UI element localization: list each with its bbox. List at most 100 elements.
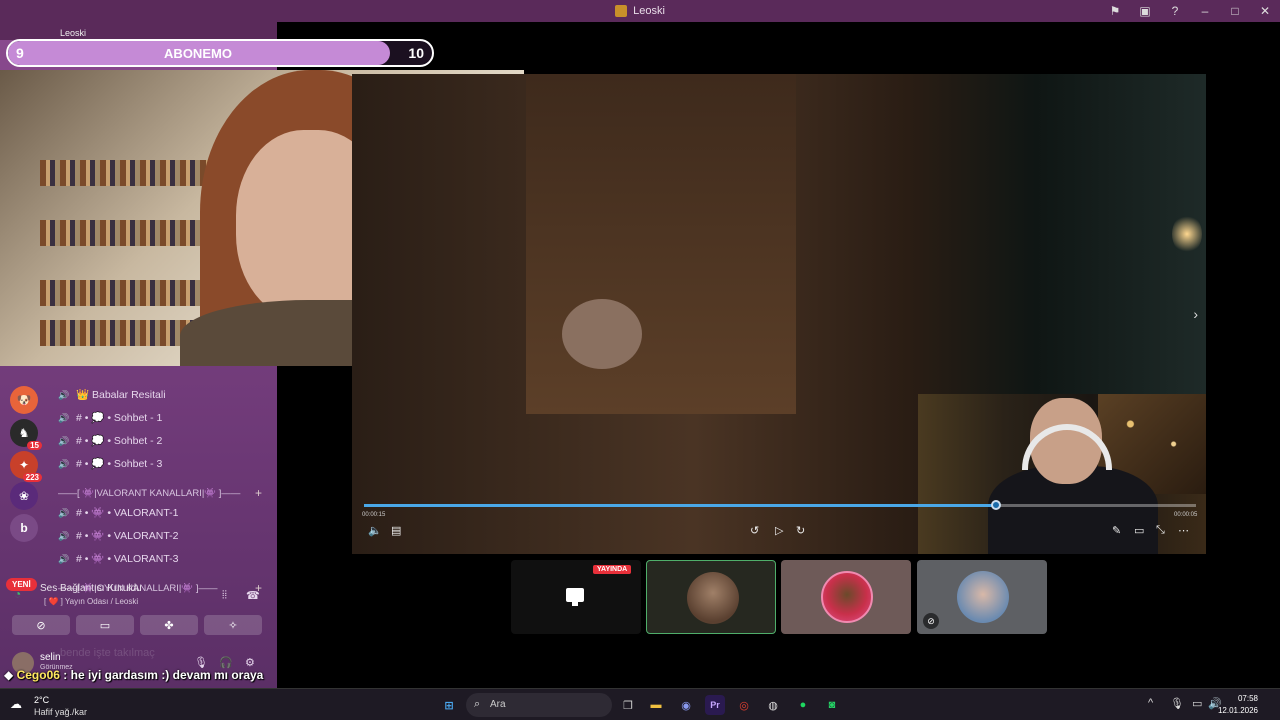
play-icon[interactable]: ▷ (775, 524, 783, 537)
screen-share-icon: ▭ (99, 619, 111, 632)
channel-sohbet-3[interactable]: 🔊 # • 💭 • Sohbet - 3 (58, 457, 162, 470)
help-icon[interactable]: ? (1160, 0, 1190, 22)
sub-goal-label: ABONEMO (164, 46, 232, 61)
speaker-icon: 🔊 (58, 458, 70, 469)
channel-valorant-2[interactable]: 🔊 # • 👾 • VALORANT-2 (58, 529, 179, 542)
camera-off-button[interactable]: ⊘ (12, 615, 70, 635)
sub-goal-target: 10 (408, 45, 424, 61)
speaker-icon: 🔊 (58, 389, 70, 400)
rewind-icon[interactable]: ↺ (750, 524, 759, 537)
discord-icon[interactable]: ◉ (676, 695, 696, 715)
search-placeholder: Ara (490, 699, 506, 710)
premiere-icon[interactable]: Pr (705, 695, 725, 715)
tile-screen-share[interactable]: YAYINDA (511, 560, 641, 634)
video-progress-bar[interactable] (364, 500, 1196, 510)
taskbar-clock[interactable]: 07:58 12.01.2026 (1218, 693, 1258, 717)
tile-participant[interactable] (781, 560, 911, 634)
minimize-icon[interactable]: – (1190, 0, 1220, 22)
chat-badge-icon: ◆ (4, 668, 14, 682)
category-valorant[interactable]: ——[ 👾|VALORANT KANALLARI|👾 ]—— (58, 488, 240, 499)
time-end: 00:00:05 (1174, 512, 1198, 518)
guild-avatar-icon: ♞ (18, 426, 30, 440)
file-explorer-icon[interactable]: ▬ (646, 695, 666, 715)
whatsapp-icon[interactable]: ◙ (822, 695, 842, 715)
add-channel-icon[interactable]: + (255, 486, 262, 500)
spotify-icon[interactable]: ● (793, 695, 813, 715)
windows-start-icon[interactable]: ⊞ (439, 695, 459, 715)
pip-icon[interactable]: ▭ (1134, 524, 1144, 537)
channel-label: # • 👾 • VALORANT-3 (76, 553, 179, 565)
channel-valorant-3[interactable]: 🔊 # • 👾 • VALORANT-3 (58, 552, 179, 565)
channel-label: # • 💭 • Sohbet - 3 (76, 458, 163, 470)
speaker-icon: 🔊 (58, 553, 70, 564)
voice-status[interactable]: Ses Bağlantısı Kuruldu (40, 583, 142, 594)
chevron-right-icon[interactable]: › (1193, 306, 1198, 322)
disconnect-icon[interactable]: ☎ (246, 589, 260, 602)
overlay-strip: Leoski (0, 22, 277, 40)
app-icon[interactable]: ◍ (763, 695, 783, 715)
bookshelf (40, 220, 210, 246)
channel-sohbet-2[interactable]: 🔊 # • 💭 • Sohbet - 2 (58, 434, 162, 447)
weather-temp: 2°C (34, 695, 50, 705)
guild-icon-1[interactable]: 🐶 (10, 386, 38, 414)
channel-valorant-1[interactable]: 🔊 # • 👾 • VALORANT-1 (58, 506, 179, 519)
titlebar-controls: ⚑ ▣ ? – □ ✕ (1100, 0, 1280, 22)
monitor-icon (566, 588, 584, 606)
guild-badge: 15 (27, 441, 42, 450)
chat-text: : he iyi gardasım :) devam mı oraya (63, 668, 264, 682)
clock-date: 12.01.2026 (1217, 706, 1258, 715)
screen-icon[interactable]: ▣ (1130, 0, 1160, 22)
guild-list: 🐶 ♞ 15 ✦ 223 ❀ b (0, 362, 48, 592)
camera-off-icon: ⊘ (36, 619, 46, 632)
pencil-icon[interactable]: ✎ (1112, 524, 1121, 537)
username[interactable]: selin (40, 652, 61, 663)
guild-icon-5[interactable]: b (10, 514, 38, 542)
sub-goal-bar: 9 ABONEMO 10 (6, 39, 434, 67)
channel-label: 👑 Babalar Resitali (76, 389, 166, 401)
speaker-icon: 🔊 (58, 435, 70, 446)
taskbar: ☁ 2°C Hafif yağ./kar ⊞ ⌕ Ara ❐ ▬ ◉ Pr ◎ … (0, 688, 1280, 720)
tray-chevron-icon[interactable]: ^ (1148, 697, 1153, 709)
channel-label: # • 👾 • VALORANT-1 (76, 507, 179, 519)
bookshelf (40, 160, 210, 186)
task-view-icon[interactable]: ❐ (618, 695, 638, 715)
sound-wave-icon[interactable]: ⦙⦙ (222, 589, 227, 602)
channel-label: # • 👾 • VALORANT-2 (76, 530, 179, 542)
decorative-plate (562, 299, 642, 369)
channel-babalar[interactable]: 🔊 👑 Babalar Resitali (58, 388, 166, 401)
channel-sohbet-1[interactable]: 🔊 # • 💭 • Sohbet - 1 (58, 411, 162, 424)
soundboard-icon: ✧ (228, 619, 238, 632)
volume-icon[interactable]: 🔈 (368, 524, 382, 537)
guild-icon-3[interactable]: ✦ 223 (10, 451, 42, 482)
soundboard-button[interactable]: ✧ (204, 615, 262, 635)
avatar (821, 571, 873, 623)
voice-panel: ◔ Ses Bağlantısı Kuruldu [ ❤️ ] Yayın Od… (6, 575, 271, 645)
taskbar-search[interactable]: ⌕ Ara (466, 693, 612, 717)
captions-icon[interactable]: ▤ (391, 524, 401, 537)
forward-icon[interactable]: ↻ (796, 524, 805, 537)
activities-button[interactable]: ✤ (140, 615, 198, 635)
tray-mic-icon[interactable]: 🎙 (1170, 697, 1184, 710)
avatar (687, 572, 739, 624)
tray-display-icon[interactable]: ▭ (1192, 697, 1202, 710)
camera-off-icon: ⊘ (923, 613, 939, 629)
tile-participant-muted[interactable]: ⊘ (917, 560, 1047, 634)
live-badge: YAYINDA (593, 565, 632, 574)
screen-share-button[interactable]: ▭ (76, 615, 134, 635)
speaker-icon: 🔊 (58, 507, 70, 518)
tab-label: Leoski (60, 28, 87, 38)
guild-icon-4[interactable]: ❀ (10, 482, 38, 510)
collapse-icon[interactable]: ⤡ (1156, 524, 1165, 537)
chrome-icon[interactable]: ◎ (734, 695, 754, 715)
weather-icon: ☁ (10, 697, 22, 711)
maximize-icon[interactable]: □ (1220, 0, 1250, 22)
guild-badge: 223 (22, 473, 42, 482)
flag-icon[interactable]: ⚑ (1100, 0, 1130, 22)
close-icon[interactable]: ✕ (1250, 0, 1280, 22)
weather-desc: Hafif yağ./kar (34, 707, 88, 717)
more-icon[interactable]: ⋯ (1178, 524, 1189, 537)
tile-participant-speaking[interactable] (646, 560, 776, 634)
bookshelf (40, 280, 210, 306)
guild-icon-2[interactable]: ♞ 15 (10, 419, 42, 450)
voice-channel[interactable]: [ ❤️ ] Yayın Odası / Leoski (44, 597, 138, 606)
